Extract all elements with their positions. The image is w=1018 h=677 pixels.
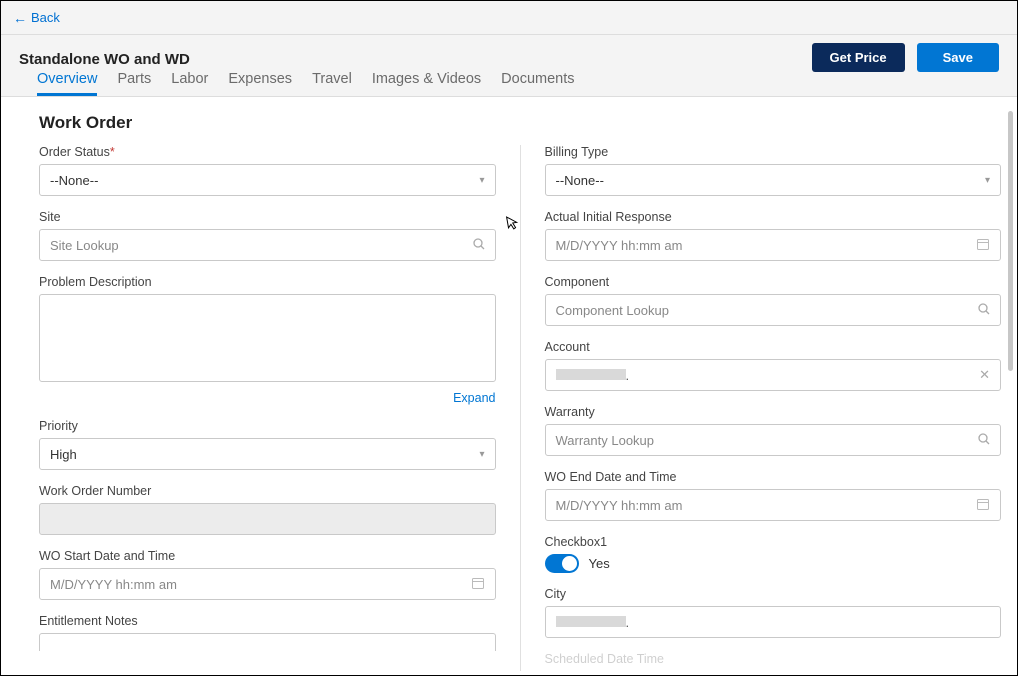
warranty-field: Warranty Warranty Lookup xyxy=(545,405,1002,456)
tab-travel[interactable]: Travel xyxy=(312,71,352,96)
header-actions: Get Price Save xyxy=(812,43,999,72)
expand-link[interactable]: Expand xyxy=(39,391,496,405)
order-status-field: Order Status* --None-- ▾ xyxy=(39,145,496,196)
left-column: Order Status* --None-- ▾ Site Site Looku… xyxy=(39,145,520,671)
search-icon xyxy=(978,303,990,318)
chevron-down-icon: ▾ xyxy=(985,175,990,186)
problem-description-field: Problem Description Expand xyxy=(39,275,496,405)
priority-select[interactable]: High ▾ xyxy=(39,438,496,470)
account-field: Account ✕ xyxy=(545,340,1002,391)
billing-type-field: Billing Type --None-- ▾ xyxy=(545,145,1002,196)
tab-expenses[interactable]: Expenses xyxy=(228,71,292,96)
component-label: Component xyxy=(545,275,1002,289)
tab-images-videos[interactable]: Images & Videos xyxy=(372,71,481,96)
scrollbar[interactable] xyxy=(1008,111,1013,371)
tab-documents[interactable]: Documents xyxy=(501,71,574,96)
calendar-icon xyxy=(976,497,990,514)
billing-type-select[interactable]: --None-- ▾ xyxy=(545,164,1002,196)
site-lookup[interactable]: Site Lookup xyxy=(39,229,496,261)
order-status-label: Order Status* xyxy=(39,145,496,159)
back-link[interactable]: ← Back xyxy=(13,10,60,26)
actual-initial-response-field: Actual Initial Response M/D/YYYY hh:mm a… xyxy=(545,210,1002,261)
warranty-lookup[interactable]: Warranty Lookup xyxy=(545,424,1002,456)
city-label: City xyxy=(545,587,1002,601)
section-title: Work Order xyxy=(1,97,1017,145)
scheduled-date-time-field: Scheduled Date Time xyxy=(545,652,1002,666)
tab-labor[interactable]: Labor xyxy=(171,71,208,96)
wo-end-field: WO End Date and Time M/D/YYYY hh:mm am xyxy=(545,470,1002,521)
page-header: Standalone WO and WD Get Price Save Over… xyxy=(1,35,1017,97)
entitlement-notes-field: Entitlement Notes xyxy=(39,614,496,651)
wo-end-label: WO End Date and Time xyxy=(545,470,1002,484)
wo-end-input[interactable]: M/D/YYYY hh:mm am xyxy=(545,489,1002,521)
right-column: Billing Type --None-- ▾ Actual Initial R… xyxy=(520,145,1002,671)
actual-initial-response-input[interactable]: M/D/YYYY hh:mm am xyxy=(545,229,1002,261)
tabs: Overview Parts Labor Expenses Travel Ima… xyxy=(37,71,575,96)
clear-icon[interactable]: ✕ xyxy=(979,367,990,383)
account-lookup[interactable]: ✕ xyxy=(545,359,1002,391)
save-button[interactable]: Save xyxy=(917,43,999,72)
checkbox1-field: Checkbox1 Yes xyxy=(545,535,1002,573)
chevron-down-icon: ▾ xyxy=(479,175,484,186)
content-area: Work Order Order Status* --None-- ▾ Site… xyxy=(1,97,1017,677)
component-lookup[interactable]: Component Lookup xyxy=(545,294,1002,326)
checkbox1-label: Checkbox1 xyxy=(545,535,1002,549)
search-icon xyxy=(978,433,990,448)
search-icon xyxy=(473,238,485,253)
checkbox1-toggle[interactable] xyxy=(545,554,579,573)
site-field: Site Site Lookup xyxy=(39,210,496,261)
calendar-icon xyxy=(471,576,485,593)
billing-type-label: Billing Type xyxy=(545,145,1002,159)
work-order-number-label: Work Order Number xyxy=(39,484,496,498)
actual-initial-response-label: Actual Initial Response xyxy=(545,210,1002,224)
account-label: Account xyxy=(545,340,1002,354)
site-label: Site xyxy=(39,210,496,224)
city-field: City xyxy=(545,587,1002,638)
work-order-number-input xyxy=(39,503,496,535)
warranty-label: Warranty xyxy=(545,405,1002,419)
entitlement-notes-input[interactable] xyxy=(39,633,496,651)
back-arrow-icon: ← xyxy=(13,10,27,26)
city-value xyxy=(556,615,630,630)
get-price-button[interactable]: Get Price xyxy=(812,43,905,72)
tab-overview[interactable]: Overview xyxy=(37,71,97,96)
order-status-select[interactable]: --None-- ▾ xyxy=(39,164,496,196)
checkbox1-value: Yes xyxy=(589,556,610,571)
problem-description-label: Problem Description xyxy=(39,275,496,289)
wo-start-label: WO Start Date and Time xyxy=(39,549,496,563)
calendar-icon xyxy=(976,237,990,254)
tab-parts[interactable]: Parts xyxy=(117,71,151,96)
entitlement-notes-label: Entitlement Notes xyxy=(39,614,496,628)
wo-start-input[interactable]: M/D/YYYY hh:mm am xyxy=(39,568,496,600)
component-field: Component Component Lookup xyxy=(545,275,1002,326)
back-label: Back xyxy=(31,10,60,25)
top-bar: ← Back xyxy=(1,1,1017,35)
work-order-number-field: Work Order Number xyxy=(39,484,496,535)
priority-field: Priority High ▾ xyxy=(39,419,496,470)
scheduled-date-time-label: Scheduled Date Time xyxy=(545,652,1002,666)
problem-description-textarea[interactable] xyxy=(39,294,496,382)
priority-label: Priority xyxy=(39,419,496,433)
chevron-down-icon: ▾ xyxy=(479,449,484,460)
account-value xyxy=(556,368,630,383)
city-input[interactable] xyxy=(545,606,1002,638)
wo-start-field: WO Start Date and Time M/D/YYYY hh:mm am xyxy=(39,549,496,600)
